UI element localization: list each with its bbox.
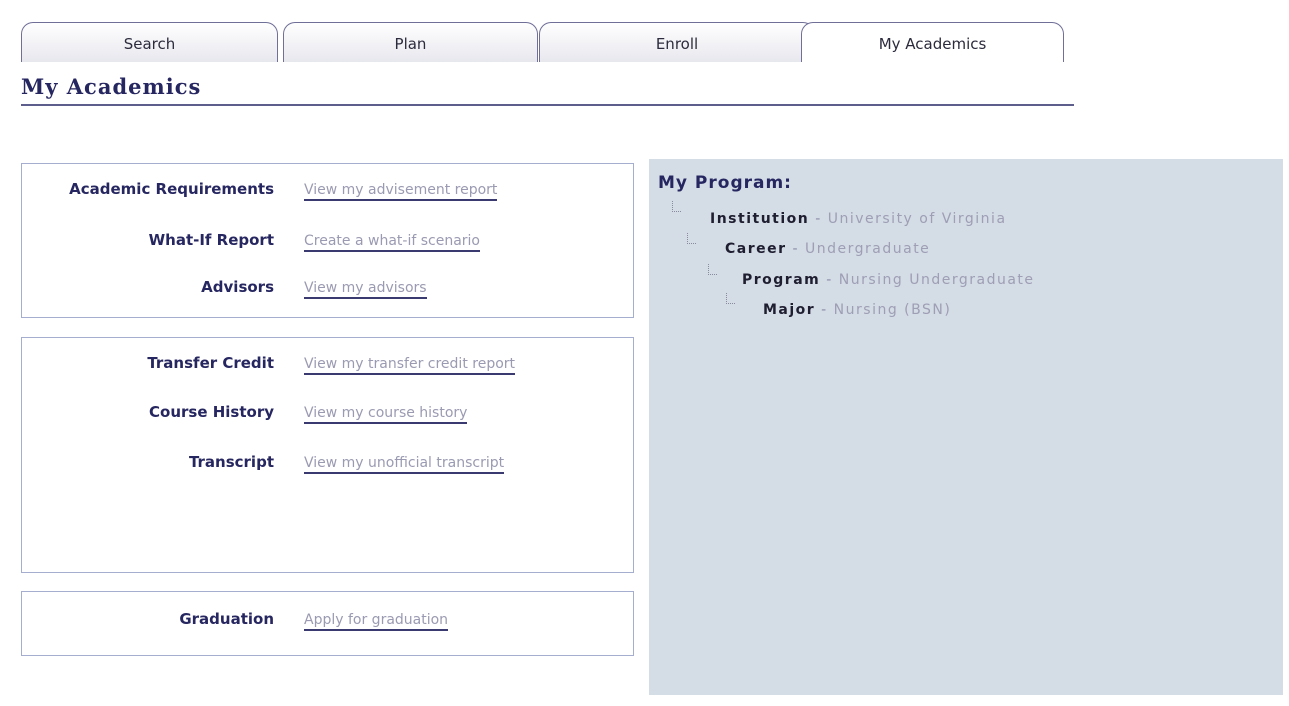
tree-connector-icon [708, 264, 717, 275]
academic-requirements-row: Academic Requirements View my advisement… [22, 180, 633, 206]
tree-item-program: Program - Nursing Undergraduate [742, 272, 1035, 292]
advisement-report-link[interactable]: View my advisement report [304, 182, 498, 201]
advisors-link[interactable]: View my advisors [304, 280, 427, 299]
course-history-link[interactable]: View my course history [304, 405, 468, 424]
tree-separator: - [815, 211, 822, 227]
tree-separator: - [821, 302, 828, 318]
course-history-row: Course History View my course history [22, 403, 633, 429]
tree-separator: - [826, 272, 833, 288]
tree-connector-icon [672, 201, 681, 212]
what-if-report-label: What-If Report [148, 231, 274, 249]
what-if-scenario-link[interactable]: Create a what-if scenario [304, 233, 480, 252]
career-key: Career [725, 241, 787, 257]
advisors-row: Advisors View my advisors [22, 278, 633, 304]
tree-item-major: Major - Nursing (BSN) [763, 302, 951, 322]
graduation-row: Graduation Apply for graduation [22, 610, 633, 636]
tab-search[interactable]: Search [21, 22, 278, 62]
records-box: Transfer Credit View my transfer credit … [21, 337, 634, 573]
transcript-row: Transcript View my unofficial transcript [22, 453, 633, 479]
tree-connector-icon [726, 293, 735, 304]
tree-item-institution: Institution - University of Virginia [710, 211, 1007, 231]
tab-my-academics[interactable]: My Academics [801, 22, 1064, 62]
graduation-label: Graduation [179, 610, 274, 628]
apply-for-graduation-link[interactable]: Apply for graduation [304, 612, 449, 631]
title-divider [21, 104, 1074, 106]
career-value: Undergraduate [805, 241, 931, 257]
academic-requirements-label: Academic Requirements [69, 180, 274, 198]
tab-enroll[interactable]: Enroll [539, 22, 815, 62]
program-key: Program [742, 272, 821, 288]
graduation-box: Graduation Apply for graduation [21, 591, 634, 656]
course-history-label: Course History [149, 403, 274, 421]
transcript-label: Transcript [188, 453, 274, 471]
program-value: Nursing Undergraduate [838, 272, 1035, 288]
tree-item-career: Career - Undergraduate [725, 241, 930, 261]
major-key: Major [763, 302, 816, 318]
advisors-label: Advisors [201, 278, 274, 296]
requirements-box: Academic Requirements View my advisement… [21, 163, 634, 318]
page-title: My Academics [21, 74, 202, 99]
my-program-panel: My Program: Institution - University of … [649, 159, 1283, 695]
institution-value: University of Virginia [827, 211, 1007, 227]
transfer-credit-row: Transfer Credit View my transfer credit … [22, 354, 633, 380]
what-if-report-row: What-If Report Create a what-if scenario [22, 231, 633, 257]
my-program-heading: My Program: [658, 173, 792, 193]
tree-connector-icon [687, 233, 696, 244]
tree-separator: - [792, 241, 800, 257]
transcript-link[interactable]: View my unofficial transcript [304, 455, 505, 474]
transfer-credit-label: Transfer Credit [147, 354, 274, 372]
major-value: Nursing (BSN) [833, 302, 952, 318]
tab-plan[interactable]: Plan [283, 22, 538, 62]
transfer-credit-link[interactable]: View my transfer credit report [304, 356, 516, 375]
institution-key: Institution [710, 211, 810, 227]
